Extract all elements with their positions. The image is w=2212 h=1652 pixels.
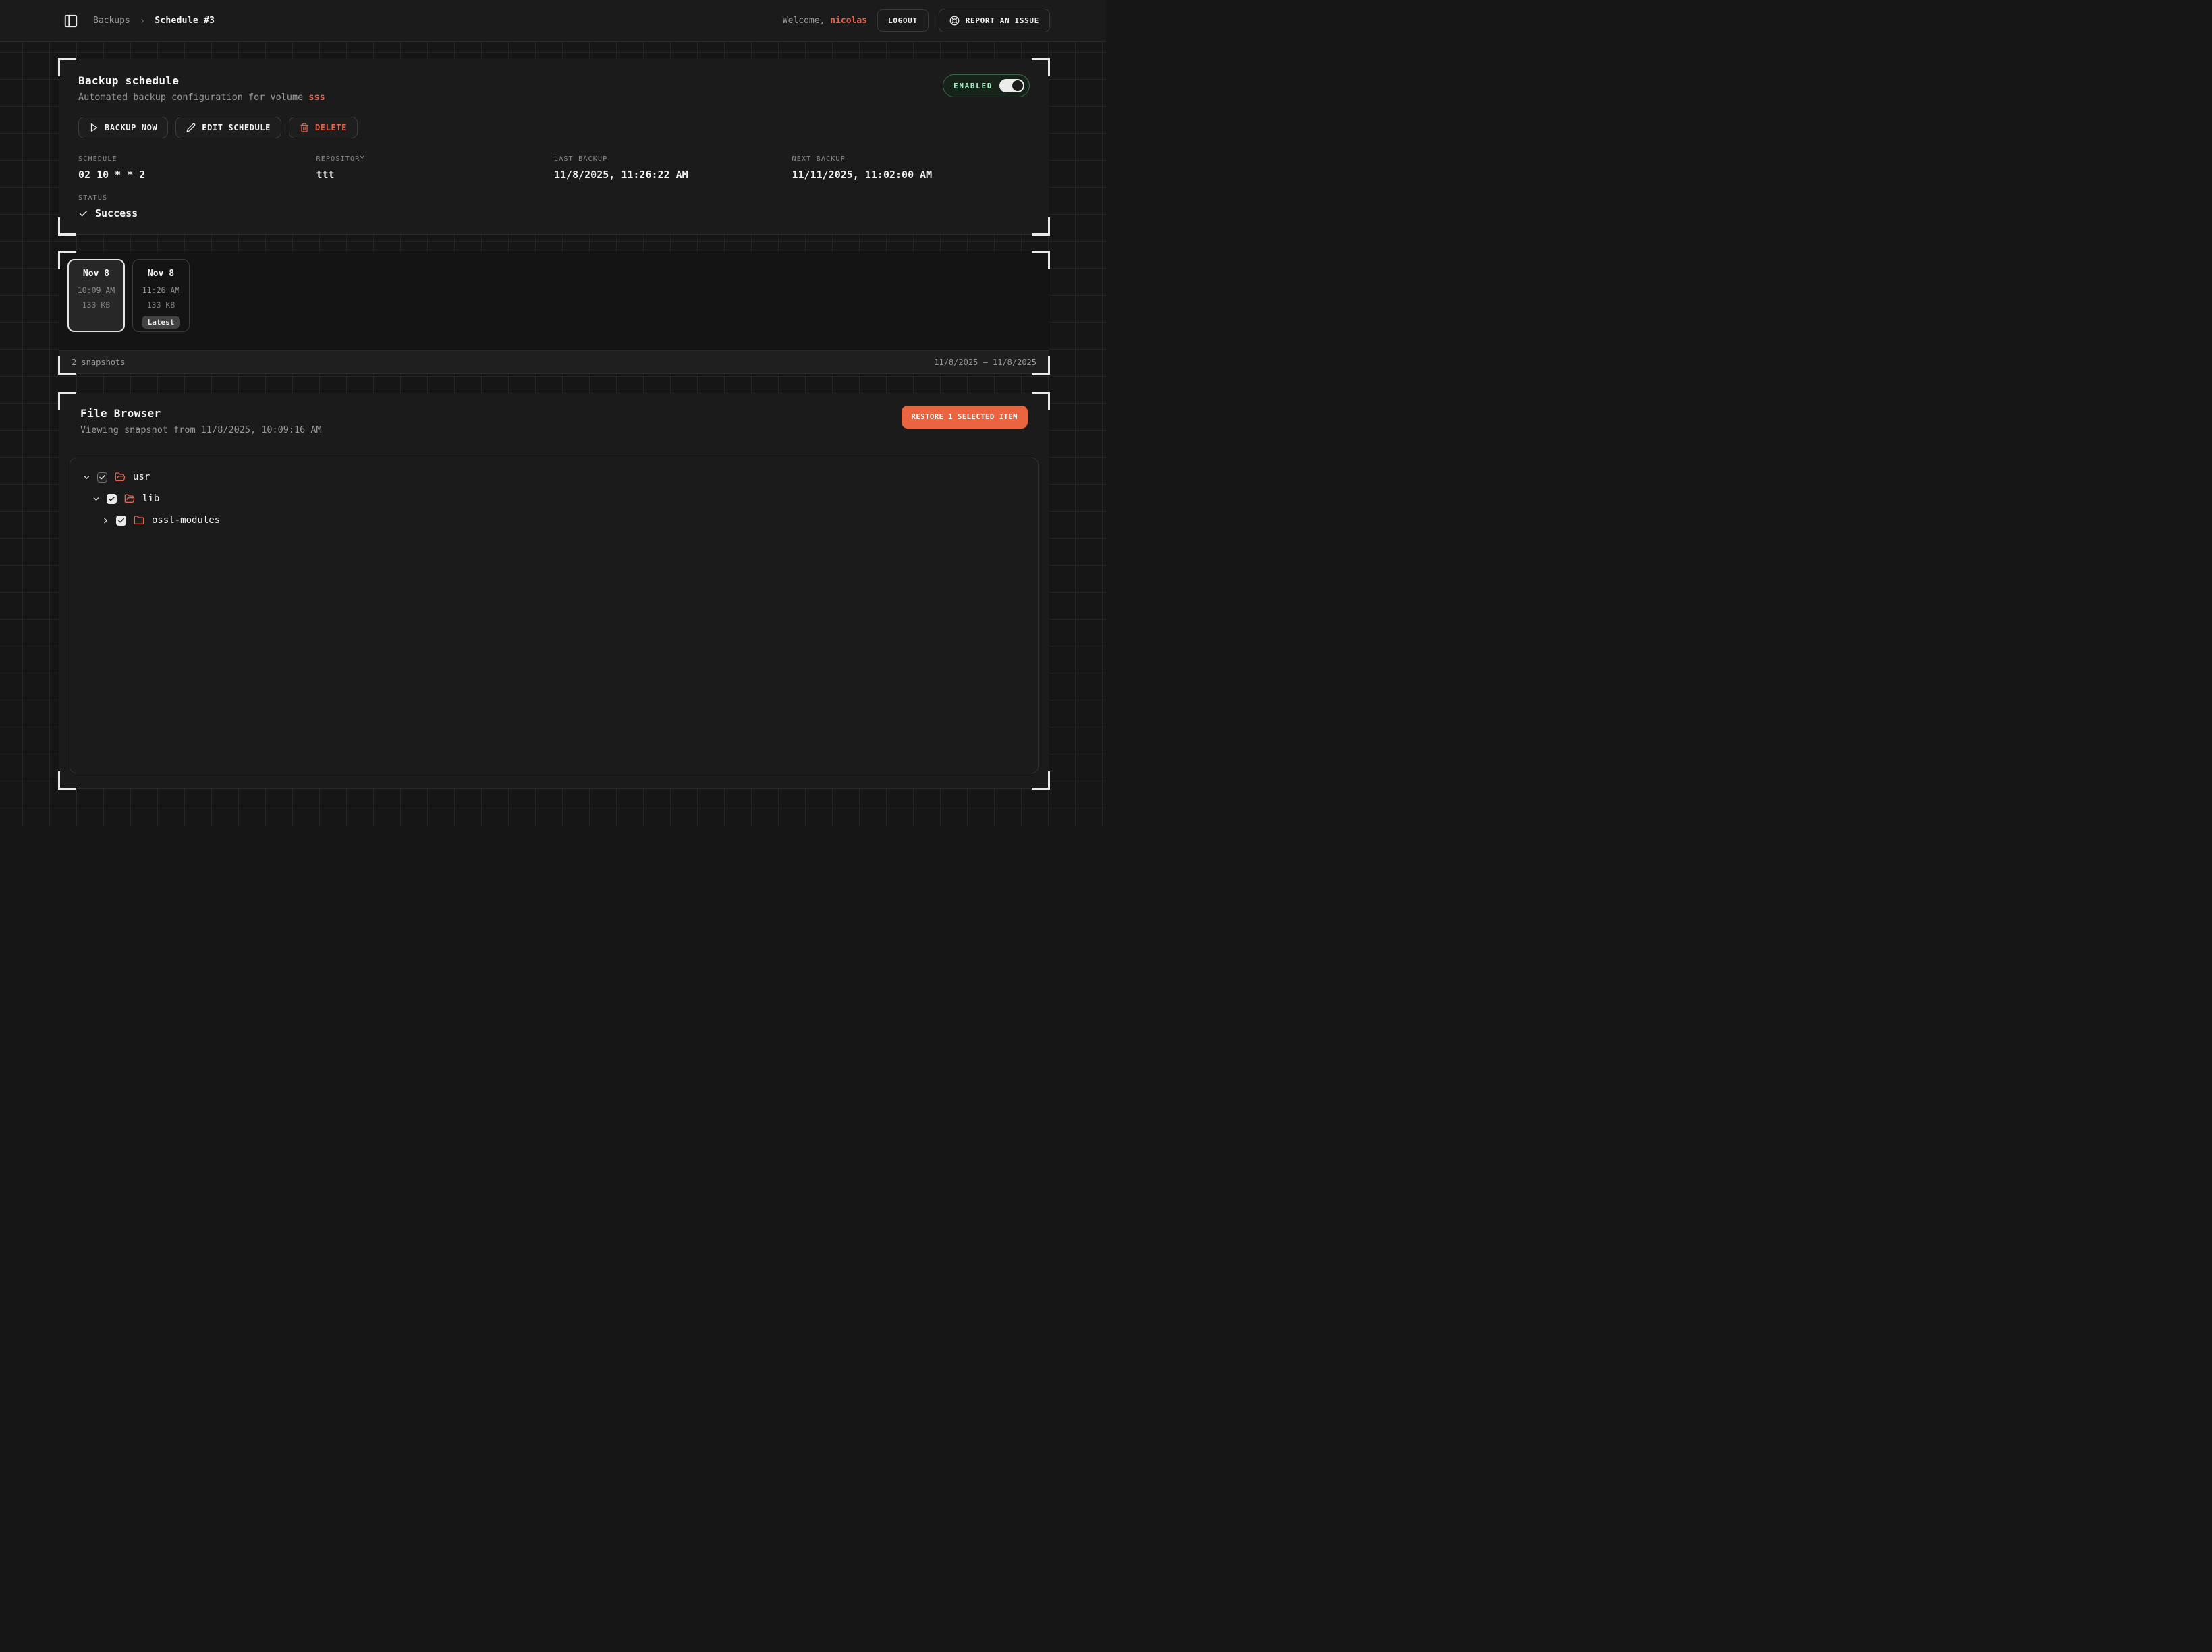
play-icon <box>89 123 99 132</box>
trash-icon <box>300 123 309 132</box>
tree-item-ossl-modules[interactable]: ossl-modules <box>70 510 1038 531</box>
field-value: 11/11/2025, 11:02:00 AM <box>792 169 1030 181</box>
schedule-fields: SCHEDULE 02 10 * * 2 REPOSITORY ttt LAST… <box>78 155 1030 181</box>
logout-button-label: LOGOUT <box>888 16 918 25</box>
snapshot-date: Nov 8 <box>83 269 109 279</box>
status-label: STATUS <box>78 194 1030 202</box>
tree-item-usr[interactable]: usr <box>70 466 1038 488</box>
edit-schedule-label: EDIT SCHEDULE <box>202 123 271 132</box>
latest-badge: Latest <box>142 316 181 329</box>
edit-schedule-button[interactable]: EDIT SCHEDULE <box>175 117 281 138</box>
report-issue-button[interactable]: REPORT AN ISSUE <box>939 9 1050 32</box>
backup-schedule-card: Backup schedule Automated backup configu… <box>59 59 1049 235</box>
snapshot-count: 2 snapshots <box>72 358 125 367</box>
snapshot-list: Nov 8 10:09 AM 133 KB Nov 8 11:26 AM 133 KB La… <box>59 252 1049 350</box>
corner-bracket <box>1032 217 1050 236</box>
tree-checkbox[interactable] <box>116 516 126 526</box>
snapshot-card[interactable]: Nov 8 10:09 AM 133 KB <box>67 259 125 332</box>
snapshot-card[interactable]: Nov 8 11:26 AM 133 KB Latest <box>132 259 190 332</box>
snapshot-date-range: 11/8/2025 – 11/8/2025 <box>934 358 1036 367</box>
field-schedule: SCHEDULE 02 10 * * 2 <box>78 155 316 181</box>
snapshots-footer: 2 snapshots 11/8/2025 – 11/8/2025 <box>59 350 1049 373</box>
toggle-knob <box>1012 80 1023 91</box>
folder-icon <box>134 515 144 526</box>
card-subtitle-text: Automated backup configuration for volum… <box>78 92 308 103</box>
backup-now-label: BACKUP NOW <box>105 123 157 132</box>
tree-checkbox[interactable] <box>97 472 107 483</box>
app-header: Backups › Schedule #3 Welcome, nicolas L… <box>0 0 1106 42</box>
field-repository: REPOSITORY ttt <box>316 155 555 181</box>
volume-name: sss <box>308 92 325 103</box>
field-status: STATUS Success <box>78 194 1030 219</box>
lifebuoy-icon <box>949 16 960 26</box>
snapshot-size: 133 KB <box>82 300 111 310</box>
breadcrumb-current: Schedule #3 <box>155 16 215 26</box>
username: nicolas <box>830 16 867 26</box>
delete-button[interactable]: DELETE <box>289 117 358 138</box>
panel-left-icon <box>63 13 78 28</box>
welcome-text: Welcome, nicolas <box>783 16 867 26</box>
breadcrumb-separator: › <box>140 16 145 26</box>
tree-item-label: lib <box>142 493 159 504</box>
breadcrumb-parent[interactable]: Backups <box>93 16 130 26</box>
tree-item-lib[interactable]: lib <box>70 488 1038 510</box>
snapshots-section: Nov 8 10:09 AM 133 KB Nov 8 11:26 AM 133 KB La… <box>59 252 1049 374</box>
check-icon <box>78 209 88 219</box>
field-label: SCHEDULE <box>78 155 316 163</box>
delete-label: DELETE <box>315 123 347 132</box>
corner-bracket <box>1032 58 1050 76</box>
field-label: REPOSITORY <box>316 155 555 163</box>
file-tree: usr lib ossl-modules <box>70 458 1039 773</box>
enabled-label: ENABLED <box>953 82 993 90</box>
file-browser-card: File Browser Viewing snapshot from 11/8/… <box>59 393 1049 789</box>
field-last-backup: LAST BACKUP 11/8/2025, 11:26:22 AM <box>554 155 792 181</box>
file-browser-subtitle: Viewing snapshot from 11/8/2025, 10:09:1… <box>80 424 322 435</box>
chevron-down-icon[interactable] <box>92 495 101 503</box>
snapshot-date: Nov 8 <box>148 269 174 279</box>
field-value: 11/8/2025, 11:26:22 AM <box>554 169 792 181</box>
breadcrumb: Backups › Schedule #3 <box>93 16 215 26</box>
sidebar-toggle-button[interactable] <box>63 13 78 28</box>
report-issue-button-label: REPORT AN ISSUE <box>966 16 1039 25</box>
chevron-down-icon[interactable] <box>82 473 91 482</box>
corner-bracket <box>58 217 76 236</box>
backup-now-button[interactable]: BACKUP NOW <box>78 117 168 138</box>
tree-item-label: usr <box>133 472 150 483</box>
status-value: Success <box>95 207 138 219</box>
snapshot-time: 11:26 AM <box>142 285 179 295</box>
field-value: 02 10 * * 2 <box>78 169 316 181</box>
corner-bracket <box>1032 771 1050 790</box>
card-subtitle: Automated backup configuration for volum… <box>78 92 325 103</box>
logout-button[interactable]: LOGOUT <box>877 9 929 32</box>
file-browser-title: File Browser <box>80 407 322 420</box>
folder-open-icon <box>124 493 135 504</box>
field-label: LAST BACKUP <box>554 155 792 163</box>
snapshot-size: 133 KB <box>147 300 175 310</box>
corner-bracket <box>58 58 76 76</box>
field-label: NEXT BACKUP <box>792 155 1030 163</box>
field-next-backup: NEXT BACKUP 11/11/2025, 11:02:00 AM <box>792 155 1030 181</box>
field-value: ttt <box>316 169 555 181</box>
tree-item-label: ossl-modules <box>152 515 220 526</box>
chevron-right-icon[interactable] <box>101 516 110 525</box>
corner-bracket <box>58 771 76 790</box>
snapshot-time: 10:09 AM <box>78 285 115 295</box>
tree-checkbox[interactable] <box>107 494 117 504</box>
restore-selected-button[interactable]: RESTORE 1 SELECTED ITEM <box>902 406 1028 429</box>
toggle-switch[interactable] <box>999 79 1024 92</box>
folder-open-icon <box>115 472 126 483</box>
enabled-toggle[interactable]: ENABLED <box>943 74 1030 97</box>
card-title: Backup schedule <box>78 74 325 87</box>
pencil-icon <box>186 123 196 132</box>
welcome-prefix: Welcome, <box>783 16 830 26</box>
